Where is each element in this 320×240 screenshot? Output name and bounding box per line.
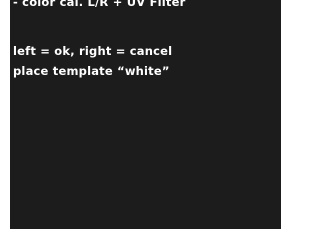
instruction-template-line: place template “white” bbox=[13, 64, 170, 78]
menu-title-line: - color cal. L/R + UV Filter bbox=[13, 0, 186, 9]
instruction-buttons-line: left = ok, right = cancel bbox=[13, 44, 173, 58]
device-display-screen: - color cal. L/R + UV Filter left = ok, … bbox=[10, 0, 281, 229]
